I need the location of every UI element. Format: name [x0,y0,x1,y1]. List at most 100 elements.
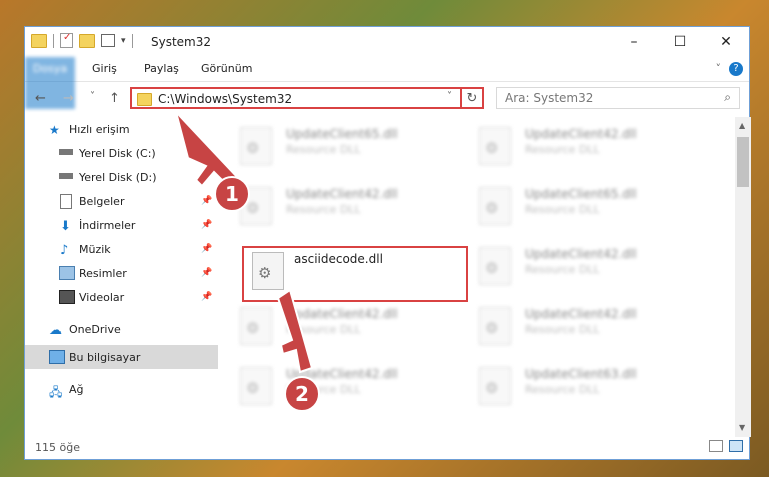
explorer-window: ✓ ▾ System32 – ☐ ✕ Dosya Giriş Paylaş Gö… [24,26,751,460]
drive-icon [59,149,73,155]
file-name: UpdateClient65.dll [525,187,637,201]
file-type: Resource DLL [525,143,600,156]
file-type: Resource DLL [286,203,361,216]
address-path[interactable]: C:\Windows\System32 [158,92,292,106]
gear-icon: ⚙ [246,139,260,157]
pin-icon[interactable]: 📌 [201,220,212,230]
sidebar-item-this-pc[interactable]: Bu bilgisayar [25,345,218,369]
search-placeholder: Ara: System32 [505,91,594,105]
list-item[interactable]: ⚙ UpdateClient63.dll Resource DLL [475,365,705,417]
sidebar-item-pictures[interactable]: Resimler 📌 [25,261,218,285]
pin-icon[interactable]: 📌 [201,268,212,278]
forward-button[interactable]: → [63,91,74,106]
sidebar-item-label: Müzik [79,242,111,256]
sidebar-item-disk-c[interactable]: Yerel Disk (C:) 📌 [25,141,218,165]
cloud-icon: ☁ [49,323,62,338]
navigation-bar: ← → ˅ ↑ C:\Windows\System32 ˅ ↻ Ara: Sys… [25,83,749,115]
close-button[interactable]: ✕ [703,27,749,57]
sidebar-item-disk-d[interactable]: Yerel Disk (D:) 📌 [25,165,218,189]
expand-ribbon-icon[interactable]: ˅ [716,62,722,75]
sidebar-item-label: Ağ [69,382,84,396]
sidebar-item-onedrive[interactable]: ☁ OneDrive [25,317,218,341]
sidebar-item-label: Bu bilgisayar [69,350,141,364]
sidebar-item-label: Yerel Disk (C:) [79,146,156,160]
pictures-icon [59,266,75,280]
video-icon [59,290,75,304]
search-icon[interactable]: ⌕ [724,90,731,105]
ribbon-tabs: Dosya Giriş Paylaş Görünüm ˅ ? [25,57,749,109]
sidebar-item-music[interactable]: ♪ Müzik 📌 [25,237,218,261]
sidebar-item-label: İndirmeler [79,218,136,232]
customize-view-icon[interactable] [101,34,115,47]
gear-icon: ⚙ [246,319,260,337]
folder-icon [137,93,152,106]
new-folder-icon[interactable] [79,33,95,48]
list-item[interactable]: ⚙ UpdateClient42.dll Resource DLL [236,305,466,357]
quick-access-toolbar: ✓ ▾ [31,32,133,48]
search-box[interactable]: Ara: System32 ⌕ [496,87,740,109]
back-button[interactable]: ← [35,91,46,106]
document-icon [60,193,72,209]
folder-icon [31,33,47,48]
file-name: asciidecode.dll [294,252,383,266]
sidebar-item-label: OneDrive [69,322,121,336]
scroll-up-icon[interactable]: ▲ [739,121,745,130]
vertical-scrollbar[interactable]: ▲ ▼ [735,117,751,437]
pin-icon[interactable]: 📌 [201,148,212,158]
list-item[interactable]: ⚙ UpdateClient65.dll Resource DLL [475,185,705,237]
list-item[interactable]: ⚙ UpdateClient65.dll Resource DLL [236,125,466,177]
pin-icon[interactable]: 📌 [201,196,212,206]
gear-icon: ⚙ [485,199,499,217]
file-name: UpdateClient42.dll [525,127,637,141]
address-bar[interactable]: C:\Windows\System32 ˅ [130,87,484,109]
address-dropdown-icon[interactable]: ˅ [447,91,452,102]
sidebar-item-label: Resimler [79,266,127,280]
help-icon[interactable]: ? [729,62,743,76]
tab-home[interactable]: Giriş [92,57,117,81]
pin-icon[interactable]: 📌 [201,244,212,254]
refresh-button[interactable]: ↻ [460,87,484,109]
file-type: Resource DLL [525,263,600,276]
list-item[interactable]: ⚙ UpdateClient42.dll Resource DLL [236,185,466,237]
tab-view[interactable]: Görünüm [201,57,252,81]
callout-badge-1: 1 [214,176,250,212]
music-icon: ♪ [60,243,69,258]
list-item[interactable]: ⚙ UpdateClient42.dll Resource DLL [475,305,705,357]
up-button[interactable]: ↑ [109,91,120,106]
sidebar-item-network[interactable]: 🖧 Ağ [25,377,218,401]
sidebar-item-quick-access[interactable]: ★ Hızlı erişim [25,117,218,141]
callout-badge-2: 2 [284,376,320,412]
list-item[interactable]: ⚙ UpdateClient42.dll Resource DLL [475,245,705,297]
list-item[interactable]: ⚙ UpdateClient42.dll Resource DLL [475,125,705,177]
sidebar-item-documents[interactable]: Belgeler 📌 [25,189,218,213]
file-name: UpdateClient42.dll [286,307,398,321]
file-name: UpdateClient42.dll [286,187,398,201]
sidebar-item-downloads[interactable]: ⬇ İndirmeler 📌 [25,213,218,237]
sidebar-item-label: Videolar [79,290,125,304]
scrollbar-thumb[interactable] [737,137,749,187]
file-name: UpdateClient42.dll [525,247,637,261]
list-item-asciidecode[interactable]: ⚙ asciidecode.dll [248,252,462,300]
properties-icon[interactable]: ✓ [60,32,73,48]
gear-icon: ⚙ [246,379,260,397]
gear-icon: ⚙ [485,379,499,397]
gear-icon: ⚙ [258,264,272,282]
qat-dropdown-icon[interactable]: ▾ [121,36,126,46]
large-icons-view-icon[interactable] [729,440,743,452]
gear-icon: ⚙ [485,139,499,157]
details-view-icon[interactable] [709,440,723,452]
recent-locations-button[interactable]: ˅ [90,91,95,102]
pin-icon[interactable]: 📌 [201,172,212,182]
scroll-down-icon[interactable]: ▼ [739,423,745,432]
pin-icon[interactable]: 📌 [201,292,212,302]
minimize-button[interactable]: – [611,27,657,57]
tab-share[interactable]: Paylaş [144,57,179,81]
file-name: UpdateClient63.dll [525,367,637,381]
list-item[interactable]: ⚙ UpdateClient42.dll Resource DLL [236,365,466,417]
network-icon: 🖧 [49,385,63,399]
file-type: Resource DLL [286,323,361,336]
star-icon: ★ [49,123,60,137]
computer-icon [49,350,65,364]
sidebar-item-videos[interactable]: Videolar 📌 [25,285,218,309]
maximize-button[interactable]: ☐ [657,27,703,57]
